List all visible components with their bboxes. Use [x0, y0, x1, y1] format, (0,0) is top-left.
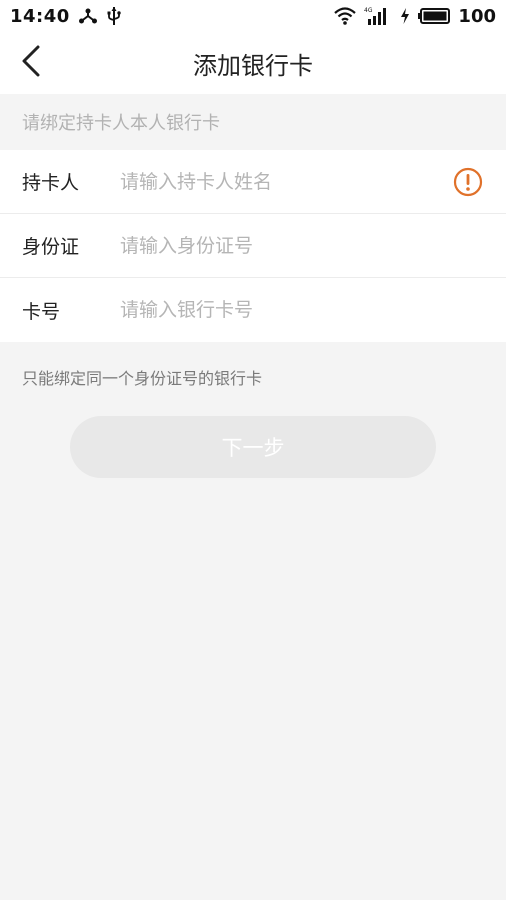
bank-card-form: 持卡人 身份证 卡号 [0, 150, 506, 342]
card-number-row: 卡号 [0, 278, 506, 342]
cardholder-name-input[interactable] [120, 170, 444, 193]
id-card-row: 身份证 [0, 214, 506, 278]
id-card-input[interactable] [120, 234, 484, 257]
card-number-label: 卡号 [22, 300, 61, 323]
charging-icon [400, 7, 410, 25]
status-bar-right: 4G 100 [334, 6, 496, 27]
card-number-input[interactable] [120, 299, 484, 321]
cardholder-label: 持卡人 [22, 172, 80, 194]
signal-4g-icon: 4G [364, 6, 392, 26]
navigation-bar: 添加银行卡 [0, 32, 506, 94]
top-hint: 请绑定持卡人本人银行卡 [22, 113, 220, 134]
back-button[interactable] [12, 44, 50, 82]
svg-text:4G: 4G [364, 7, 373, 14]
share-icon [78, 7, 98, 25]
cardholder-row: 持卡人 [0, 150, 506, 214]
next-step-button[interactable]: 下一步 [70, 416, 436, 478]
id-card-label: 身份证 [22, 236, 80, 258]
battery-icon [418, 7, 451, 25]
bottom-hint: 只能绑定同一个身份证号的银行卡 [22, 369, 263, 388]
usb-icon [106, 6, 122, 26]
warning-icon[interactable] [452, 166, 484, 198]
status-bar-left: 14:40 [10, 6, 122, 27]
battery-level: 100 [458, 5, 496, 27]
wifi-icon [334, 7, 357, 25]
chevron-left-icon [21, 45, 41, 81]
page-title: 添加银行卡 [193, 51, 313, 80]
status-time: 14:40 [10, 5, 70, 27]
status-bar: 14:40 4G 100 [0, 0, 506, 32]
